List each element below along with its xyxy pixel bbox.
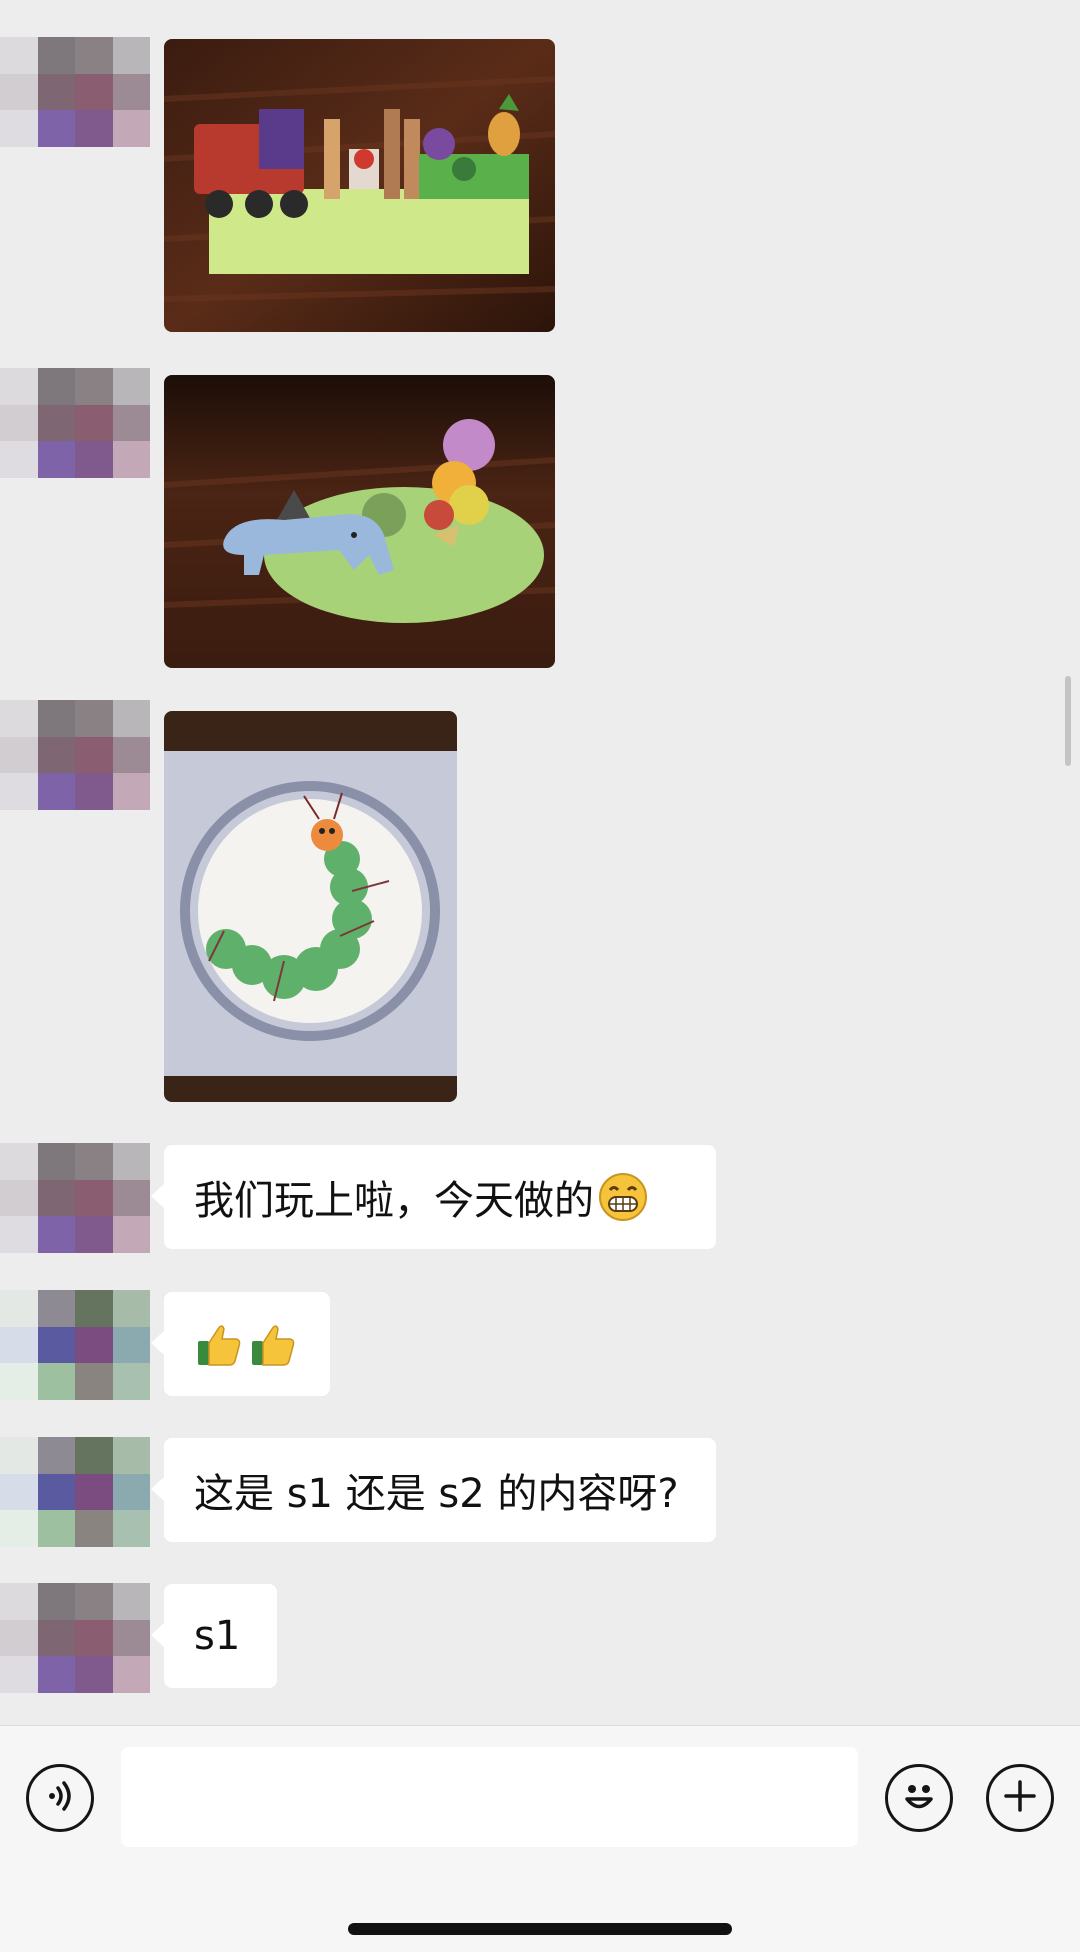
avatar[interactable] — [0, 1290, 150, 1400]
voice-icon — [40, 1776, 80, 1820]
thumbs-up-icon — [248, 1319, 298, 1369]
message-text: 这是 s1 还是 s2 的内容呀? — [194, 1471, 679, 1517]
scrollbar[interactable] — [1065, 676, 1071, 766]
grinning-face-icon — [598, 1172, 648, 1222]
text-message-bubble[interactable]: 我们玩上啦，今天做的 — [151, 1145, 716, 1249]
emoji-button[interactable] — [885, 1764, 953, 1832]
home-indicator — [348, 1923, 732, 1935]
avatar[interactable] — [0, 1583, 150, 1693]
plus-icon — [1000, 1776, 1040, 1820]
more-button[interactable] — [986, 1764, 1054, 1832]
message-text: s1 — [194, 1613, 241, 1659]
thumbs-up-icon — [194, 1319, 244, 1369]
voice-button[interactable] — [26, 1764, 94, 1832]
chat-message-list[interactable]: 我们玩上啦，今天做的 这是 s1 还是 s2 的内容呀? s1 — [0, 0, 1080, 1725]
chat-input-bar — [0, 1725, 1080, 1952]
message-input[interactable] — [121, 1747, 858, 1847]
text-message-bubble[interactable]: s1 — [151, 1584, 277, 1688]
photo-message-train-craft[interactable] — [164, 39, 555, 332]
text-message-bubble[interactable]: 这是 s1 还是 s2 的内容呀? — [151, 1438, 716, 1542]
smiley-icon — [897, 1774, 941, 1822]
avatar[interactable] — [0, 1437, 150, 1547]
avatar[interactable] — [0, 700, 150, 810]
avatar[interactable] — [0, 37, 150, 147]
photo-message-caterpillar-painting[interactable] — [164, 711, 457, 1102]
message-text: 我们玩上啦，今天做的 — [194, 1178, 594, 1224]
photo-message-elephant-craft[interactable] — [164, 375, 555, 668]
avatar[interactable] — [0, 1143, 150, 1253]
emoji-message-bubble[interactable] — [151, 1292, 330, 1396]
avatar[interactable] — [0, 368, 150, 478]
